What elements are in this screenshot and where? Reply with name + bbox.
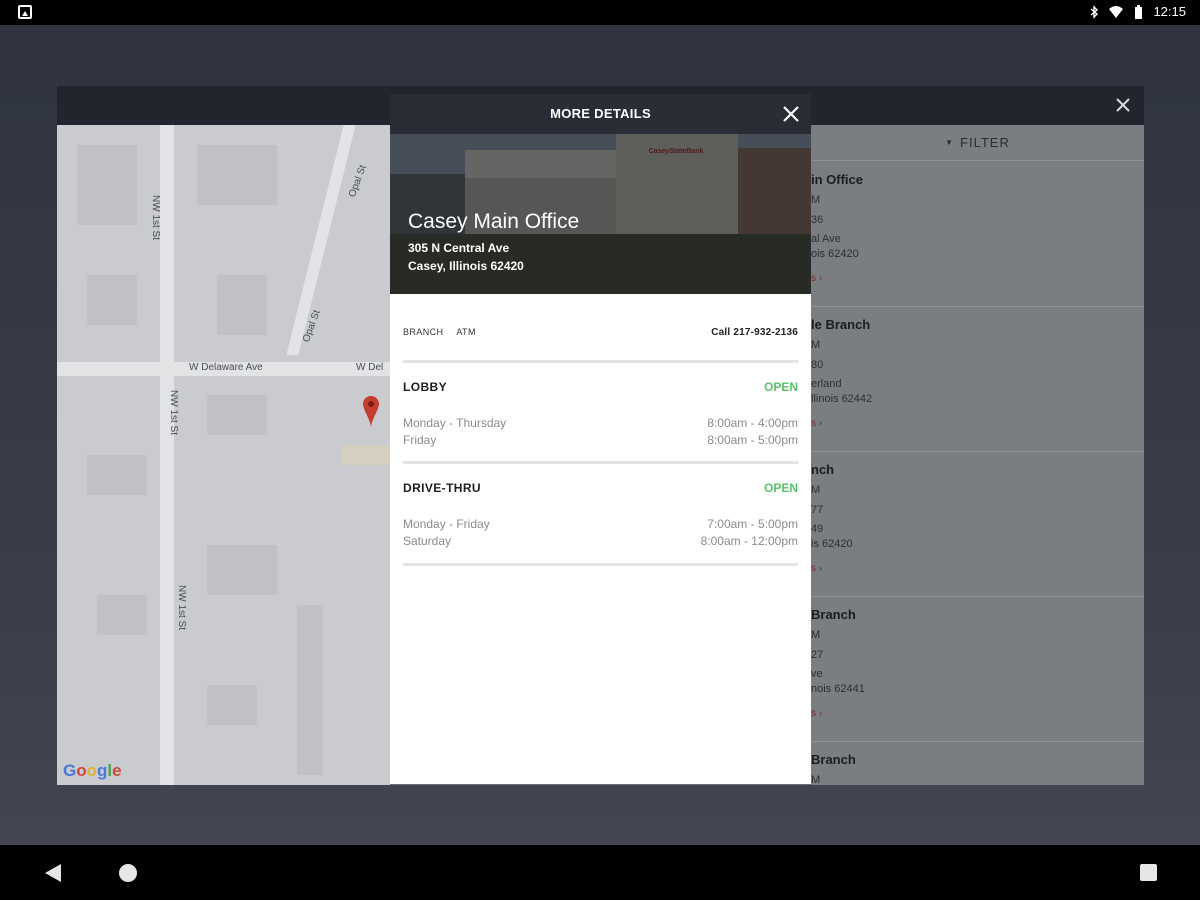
list-item-address: al Ave (811, 233, 841, 245)
hours-section-title: LOBBY (403, 380, 447, 394)
divider (403, 563, 798, 566)
status-time: 12:15 (1153, 4, 1186, 19)
list-item-address: ve (811, 668, 823, 680)
modal-title: MORE DETAILS (550, 106, 651, 121)
map-road (286, 125, 356, 355)
list-item[interactable]: Branch M (811, 742, 1144, 785)
list-item-city: llinois 62442 (811, 393, 873, 405)
map-pin-icon[interactable] (363, 396, 379, 428)
list-item-type: M (811, 629, 821, 641)
list-item-city: ois 62420 (811, 248, 859, 260)
map-road (160, 125, 174, 785)
close-icon[interactable] (1112, 94, 1134, 116)
list-item-details-link[interactable]: s › (811, 563, 822, 574)
status-bar: 12:15 (0, 0, 1200, 25)
hours-day: Saturday (403, 534, 452, 548)
locations-list: ▼ FILTER in Office M 36 al Ave ois 62420… (811, 125, 1144, 785)
list-item-phone: 77 (811, 504, 824, 516)
tag-branch: BRANCH (403, 327, 444, 337)
hours-section-drive-thru: DRIVE-THRU OPEN Monday - Friday 7:00am -… (403, 481, 798, 561)
street-label: NW 1st St (168, 390, 179, 436)
list-item-name: Branch (811, 752, 856, 767)
hours-time: 8:00am - 5:00pm (707, 433, 798, 447)
map-block (207, 395, 267, 435)
list-item-type: M (811, 339, 821, 351)
status-icons: 12:15 (1087, 4, 1186, 19)
map-block (207, 685, 257, 725)
bluetooth-icon (1091, 4, 1099, 19)
list-item-details-link[interactable]: s › (811, 418, 822, 429)
chevron-down-icon: ▼ (945, 138, 955, 147)
divider (403, 461, 798, 464)
map-block (77, 145, 137, 225)
list-item-address: erland (811, 378, 842, 390)
location-photo: CaseyStateBank Casey Main Office 305 N C… (390, 134, 811, 294)
list-item-name: Branch (811, 607, 856, 622)
call-button[interactable]: Call 217-932-2136 (711, 327, 798, 338)
battery-icon (1135, 4, 1143, 19)
more-details-modal: MORE DETAILS CaseyStateBank Casey Main O… (390, 94, 811, 784)
map-block (87, 275, 137, 325)
list-item[interactable]: le Branch M 80 erland llinois 62442 s › (811, 307, 1144, 452)
navigation-bar (0, 845, 1200, 900)
list-item-type: M (811, 484, 821, 496)
hours-time: 7:00am - 5:00pm (707, 517, 798, 531)
filter-label: FILTER (960, 135, 1010, 150)
filter-button[interactable]: ▼ FILTER (811, 125, 1144, 161)
image-icon (18, 5, 32, 19)
map-block (87, 455, 147, 495)
back-icon[interactable] (45, 864, 61, 882)
map-block (207, 545, 277, 595)
hours-time: 8:00am - 12:00pm (700, 534, 798, 548)
list-item-type: M (811, 194, 821, 206)
location-address-line2: Casey, Illinois 62420 (408, 259, 524, 273)
list-item-phone: 27 (811, 649, 824, 661)
open-status-badge: OPEN (763, 380, 798, 394)
list-item[interactable]: in Office M 36 al Ave ois 62420 s › (811, 162, 1144, 307)
list-item-name: in Office (811, 172, 864, 187)
tag-atm: ATM (456, 327, 476, 337)
hours-day: Friday (403, 433, 437, 447)
modal-header: MORE DETAILS (390, 94, 811, 134)
hours-day: Monday - Friday (403, 517, 490, 531)
hours-section-lobby: LOBBY OPEN Monday - Thursday 8:00am - 4:… (403, 380, 798, 460)
list-item[interactable]: nch M 77 49 is 62420 s › (811, 452, 1144, 597)
location-address-line1: 305 N Central Ave (408, 241, 510, 255)
hours-day: Monday - Thursday (403, 416, 507, 430)
open-status-badge: OPEN (763, 481, 798, 495)
list-item-city: nois 62441 (811, 683, 865, 695)
map-view[interactable]: NW 1st St Opal St Opal St W Delaware Ave… (57, 125, 390, 785)
google-logo: Google (63, 761, 122, 780)
list-item[interactable]: Branch M 27 ve nois 62441 s › (811, 597, 1144, 742)
wifi-icon (1109, 5, 1124, 18)
list-item-type: M (811, 774, 821, 785)
divider (403, 360, 798, 363)
list-item-details-link[interactable]: s › (811, 708, 822, 719)
map-block (97, 595, 147, 635)
hours-section-title: DRIVE-THRU (403, 481, 481, 495)
street-label: Opal St (347, 163, 369, 199)
list-item-phone: 80 (811, 359, 824, 371)
home-icon[interactable] (119, 864, 137, 882)
recent-apps-icon[interactable] (1140, 864, 1157, 881)
list-item-address: 49 (811, 523, 824, 535)
location-tags: BRANCH ATM Call 217-932-2136 (403, 327, 798, 347)
street-label: W Delaware Ave (189, 362, 263, 373)
map-block (217, 275, 267, 335)
map-block (342, 445, 390, 465)
list-item-city: is 62420 (811, 538, 853, 550)
map-block (297, 605, 323, 775)
list-item-phone: 36 (811, 214, 824, 226)
list-item-name: nch (811, 462, 835, 477)
location-name: Casey Main Office (408, 210, 580, 233)
close-icon[interactable] (781, 104, 801, 124)
list-item-details-link[interactable]: s › (811, 273, 822, 284)
street-label: NW 1st St (176, 585, 187, 631)
hours-time: 8:00am - 4:00pm (707, 416, 798, 430)
street-label: W Del (356, 362, 384, 373)
street-label: NW 1st St (150, 195, 161, 241)
map-block (197, 145, 277, 205)
list-item-name: le Branch (811, 317, 871, 332)
